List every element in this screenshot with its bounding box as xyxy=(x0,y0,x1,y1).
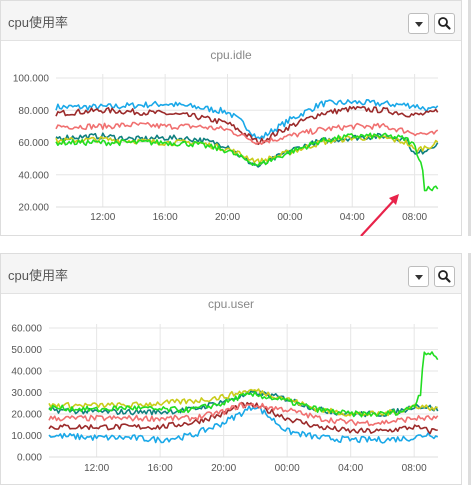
y-tick-label: 20.000 xyxy=(18,203,49,214)
y-tick-label: 80.000 xyxy=(18,106,49,117)
chart-cpu-idle: cpu.idle 100.000 80.000 60.000 40.000 20.000 1… xyxy=(13,48,439,236)
panel-title: cpu使用率 xyxy=(8,268,68,283)
x-tick-label: 08:00 xyxy=(402,212,427,223)
chart-title: cpu.idle xyxy=(210,48,252,62)
x-tick-label: 16:00 xyxy=(153,212,178,223)
x-tick-label: 12:00 xyxy=(84,463,109,474)
x-tick-label: 04:00 xyxy=(338,463,363,474)
y-tick-label: 60.000 xyxy=(18,138,49,149)
chart-title: cpu.user xyxy=(208,297,254,311)
panel-menu-button[interactable] xyxy=(408,266,429,287)
panel-header: cpu使用率 xyxy=(1,1,461,41)
y-tick-label: 50.000 xyxy=(11,345,42,356)
chart-panel-cpu-idle: cpu使用率 cpu.idle 100.000 80.000 60.000 40.000… xyxy=(0,0,462,236)
x-tick-label: 16:00 xyxy=(148,463,173,474)
panel-header: cpu使用率 xyxy=(1,254,461,294)
y-tick-label: 30.000 xyxy=(11,388,42,399)
y-tick-label: 100.000 xyxy=(13,74,50,85)
x-tick-label: 00:00 xyxy=(277,212,302,223)
y-tick-label: 60.000 xyxy=(11,324,42,335)
zoom-icon xyxy=(438,17,451,30)
series-line xyxy=(55,99,439,140)
x-tick-label: 20:00 xyxy=(215,212,240,223)
y-tick-label: 0.000 xyxy=(17,453,42,464)
x-tick-label: 04:00 xyxy=(340,212,365,223)
zoom-icon xyxy=(438,270,451,283)
chevron-down-icon xyxy=(415,22,423,27)
chevron-down-icon xyxy=(415,275,423,280)
x-tick-label: 20:00 xyxy=(211,463,236,474)
chart-cpu-user: cpu.user 60.000 50.000 40.000 30.000 20.000 10… xyxy=(11,297,439,474)
series-line xyxy=(55,121,439,145)
chart-panel-cpu-user: cpu使用率 cpu.user 60.000 50.000 40.000 30.000 2… xyxy=(0,253,462,485)
series-line xyxy=(55,132,439,192)
x-tick-label: 12:00 xyxy=(90,212,115,223)
y-tick-label: 40.000 xyxy=(18,170,49,181)
zoom-button[interactable] xyxy=(434,266,455,287)
x-tick-label: 08:00 xyxy=(402,463,427,474)
panel-title: cpu使用率 xyxy=(8,15,68,30)
x-tick-label: 00:00 xyxy=(275,463,300,474)
y-tick-label: 10.000 xyxy=(11,431,42,442)
y-tick-label: 20.000 xyxy=(11,410,42,421)
y-tick-label: 40.000 xyxy=(11,367,42,378)
panel-menu-button[interactable] xyxy=(408,13,429,34)
annotation-arrow xyxy=(360,197,397,236)
zoom-button[interactable] xyxy=(434,13,455,34)
